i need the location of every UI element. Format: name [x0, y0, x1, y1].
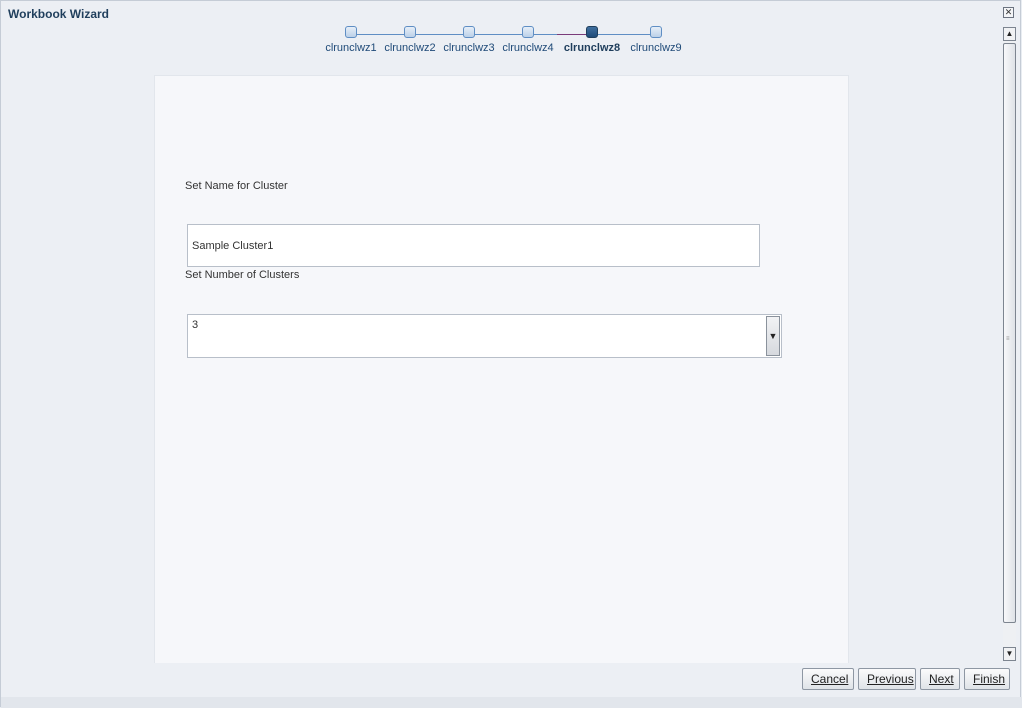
grip-icon: ≡: [1006, 336, 1010, 342]
train-step-label: clrunclwz9: [630, 42, 682, 54]
cluster-count-select[interactable]: 3 ▼: [187, 314, 782, 358]
scroll-up-icon[interactable]: ▲: [1003, 27, 1016, 41]
vertical-scrollbar[interactable]: ▲ ≡ ▼: [1001, 25, 1018, 665]
scrollbar-thumb[interactable]: ≡: [1003, 43, 1016, 623]
dialog-title: Workbook Wizard: [8, 7, 110, 21]
train-step-label: clrunclwz8: [563, 42, 621, 54]
train-step-current: clrunclwz8: [557, 26, 627, 54]
dialog-footer-strip: [1, 697, 1022, 708]
train-stop-icon: [404, 26, 416, 38]
chevron-down-icon[interactable]: ▼: [766, 316, 780, 356]
workbook-wizard-dialog: Workbook Wizard ✕ clrunclwz1 clrunclwz2 …: [0, 0, 1022, 708]
train-step-label: clrunclwz4: [502, 42, 554, 54]
cluster-name-label: Set Name for Cluster: [185, 180, 288, 192]
cluster-count-label: Set Number of Clusters: [185, 269, 300, 281]
train-stop-current-icon: [586, 26, 598, 38]
train-step-4[interactable]: clrunclwz4: [493, 26, 563, 54]
previous-button[interactable]: Previous: [858, 668, 916, 690]
cancel-button[interactable]: Cancel: [802, 668, 854, 690]
train-stop-icon: [522, 26, 534, 38]
close-icon[interactable]: ✕: [1003, 7, 1014, 18]
train-stop-icon: [650, 26, 662, 38]
train-step-6[interactable]: clrunclwz9: [621, 26, 691, 54]
scroll-down-icon[interactable]: ▼: [1003, 647, 1016, 661]
cluster-count-value: 3: [192, 319, 199, 331]
wizard-train: clrunclwz1 clrunclwz2 clrunclwz3 clruncl…: [321, 26, 701, 66]
train-stop-icon: [345, 26, 357, 38]
finish-button[interactable]: Finish: [964, 668, 1010, 690]
next-button[interactable]: Next: [920, 668, 960, 690]
cluster-name-input[interactable]: [187, 224, 760, 267]
train-stop-icon: [463, 26, 475, 38]
content-panel: [154, 75, 849, 663]
